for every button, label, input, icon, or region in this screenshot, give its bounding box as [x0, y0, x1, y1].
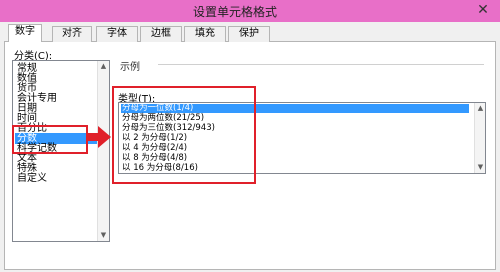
scroll-down-icon[interactable]: ▼ [475, 162, 485, 173]
example-divider [158, 64, 484, 65]
example-label: 示例 [120, 62, 140, 73]
tab-alignment[interactable]: 对齐 [52, 26, 92, 42]
tab-border[interactable]: 边框 [140, 26, 182, 42]
tab-fill[interactable]: 填充 [184, 26, 226, 42]
tab-protection[interactable]: 保护 [228, 26, 270, 42]
close-icon[interactable]: ✕ [472, 1, 494, 19]
title-bar: 设置单元格格式 ✕ [0, 0, 500, 22]
scroll-up-icon[interactable]: ▲ [475, 103, 485, 114]
tab-font[interactable]: 字体 [96, 26, 138, 42]
category-scrollbar[interactable]: ▲ ▼ [97, 61, 109, 241]
category-highlight-box [12, 125, 88, 154]
scroll-up-icon[interactable]: ▲ [98, 61, 109, 72]
annotation-arrow-icon [98, 126, 111, 148]
category-item-custom[interactable]: 自定义 [15, 173, 97, 184]
scroll-down-icon[interactable]: ▼ [98, 230, 109, 241]
type-highlight-box [112, 86, 256, 184]
tab-strip: 数字 对齐 字体 边框 填充 保护 [4, 24, 496, 43]
type-scrollbar[interactable]: ▲ ▼ [474, 103, 485, 173]
tab-number[interactable]: 数字 [8, 24, 42, 43]
window-title: 设置单元格格式 [192, 5, 277, 19]
